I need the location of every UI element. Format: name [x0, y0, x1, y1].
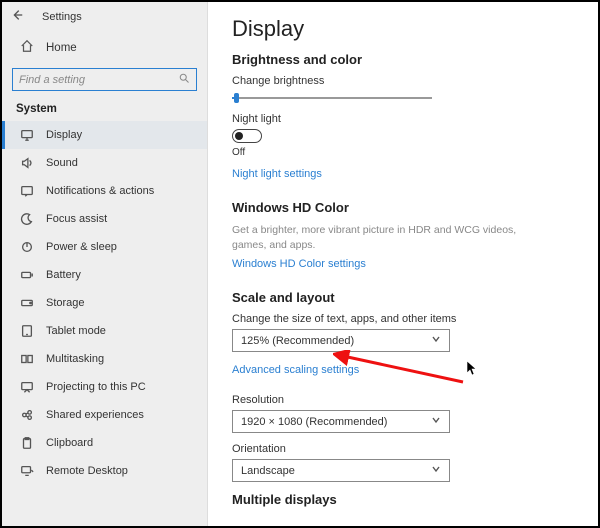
tablet-icon — [20, 324, 34, 338]
orientation-label: Orientation — [232, 443, 574, 455]
chevron-down-icon — [431, 464, 441, 477]
orientation-value: Landscape — [241, 465, 295, 477]
section-brightness-color: Brightness and color — [232, 52, 574, 67]
advanced-scaling-link[interactable]: Advanced scaling settings — [232, 364, 359, 376]
sidebar-item-notifications[interactable]: Notifications & actions — [2, 177, 207, 205]
section-hd-color: Windows HD Color — [232, 200, 574, 215]
home-label: Home — [46, 42, 77, 54]
night-light-state: Off — [232, 147, 574, 158]
projecting-icon — [20, 380, 34, 394]
change-brightness-label: Change brightness — [232, 75, 574, 87]
sidebar-item-label: Focus assist — [46, 213, 107, 225]
sidebar: Settings Home System Display Sound — [2, 2, 208, 526]
sidebar-item-clipboard[interactable]: Clipboard — [2, 429, 207, 457]
night-light-label: Night light — [232, 113, 574, 125]
chevron-down-icon — [431, 415, 441, 428]
sidebar-item-label: Battery — [46, 269, 81, 281]
chevron-down-icon — [431, 334, 441, 347]
sidebar-item-shared-experiences[interactable]: Shared experiences — [2, 401, 207, 429]
sidebar-item-storage[interactable]: Storage — [2, 289, 207, 317]
sound-icon — [20, 156, 34, 170]
back-icon[interactable] — [10, 8, 24, 25]
scale-value: 125% (Recommended) — [241, 335, 354, 347]
slider-thumb-icon — [234, 93, 239, 103]
sidebar-item-label: Remote Desktop — [46, 465, 128, 477]
sidebar-item-display[interactable]: Display — [2, 121, 207, 149]
search-icon — [178, 72, 190, 87]
hd-color-settings-link[interactable]: Windows HD Color settings — [232, 258, 366, 270]
search-box[interactable] — [12, 68, 197, 91]
orientation-select[interactable]: Landscape — [232, 459, 450, 482]
sidebar-item-multitasking[interactable]: Multitasking — [2, 345, 207, 373]
notifications-icon — [20, 184, 34, 198]
section-scale-layout: Scale and layout — [232, 290, 574, 305]
sidebar-item-battery[interactable]: Battery — [2, 261, 207, 289]
resolution-value: 1920 × 1080 (Recommended) — [241, 416, 387, 428]
sidebar-item-tablet-mode[interactable]: Tablet mode — [2, 317, 207, 345]
monitor-icon — [20, 128, 34, 142]
night-light-toggle[interactable] — [232, 129, 262, 143]
sidebar-item-projecting[interactable]: Projecting to this PC — [2, 373, 207, 401]
sidebar-nav: Display Sound Notifications & actions Fo… — [2, 121, 207, 526]
sidebar-item-label: Clipboard — [46, 437, 93, 449]
scale-label: Change the size of text, apps, and other… — [232, 313, 574, 325]
window-frame: Settings Home System Display Sound — [0, 0, 600, 528]
home-nav[interactable]: Home — [2, 33, 207, 62]
sidebar-item-remote-desktop[interactable]: Remote Desktop — [2, 457, 207, 485]
sidebar-item-label: Projecting to this PC — [46, 381, 146, 393]
sidebar-item-label: Multitasking — [46, 353, 104, 365]
power-icon — [20, 240, 34, 254]
battery-icon — [20, 268, 34, 282]
main-content: Display Brightness and color Change brig… — [208, 2, 598, 526]
sidebar-item-sound[interactable]: Sound — [2, 149, 207, 177]
sidebar-item-label: Shared experiences — [46, 409, 144, 421]
resolution-select[interactable]: 1920 × 1080 (Recommended) — [232, 410, 450, 433]
page-title: Display — [232, 16, 574, 42]
app-title: Settings — [42, 11, 82, 23]
scale-select[interactable]: 125% (Recommended) — [232, 329, 450, 352]
shared-icon — [20, 408, 34, 422]
sidebar-item-power-sleep[interactable]: Power & sleep — [2, 233, 207, 261]
sidebar-header: System — [2, 99, 207, 121]
sidebar-item-label: Power & sleep — [46, 241, 117, 253]
section-multiple-displays: Multiple displays — [232, 492, 574, 507]
brightness-slider[interactable] — [232, 91, 432, 105]
sidebar-item-label: Notifications & actions — [46, 185, 154, 197]
sidebar-item-label: Tablet mode — [46, 325, 106, 337]
multitasking-icon — [20, 352, 34, 366]
sidebar-item-label: Storage — [46, 297, 85, 309]
cursor-icon — [466, 360, 478, 376]
remote-icon — [20, 464, 34, 478]
sidebar-item-label: Sound — [46, 157, 78, 169]
home-icon — [20, 39, 34, 56]
storage-icon — [20, 296, 34, 310]
sidebar-item-label: Display — [46, 129, 82, 141]
night-light-settings-link[interactable]: Night light settings — [232, 168, 322, 180]
moon-icon — [20, 212, 34, 226]
resolution-label: Resolution — [232, 394, 574, 406]
search-input[interactable] — [19, 74, 169, 86]
hd-color-desc: Get a brighter, more vibrant picture in … — [232, 223, 522, 252]
titlebar: Settings — [2, 2, 207, 31]
clipboard-icon — [20, 436, 34, 450]
sidebar-item-focus-assist[interactable]: Focus assist — [2, 205, 207, 233]
